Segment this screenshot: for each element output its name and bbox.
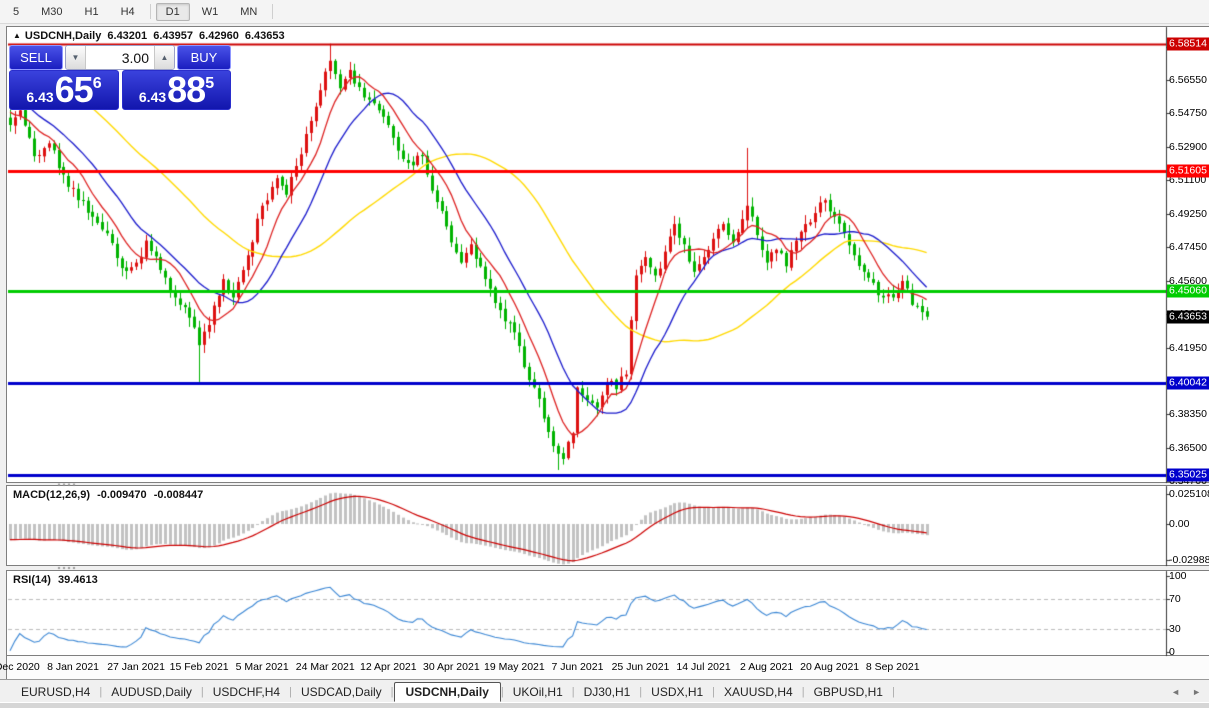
date-label: 5 Mar 2021: [235, 661, 289, 673]
toolbar-separator: [149, 4, 151, 19]
chart-tab-dj30[interactable]: DJ30,H1: [575, 683, 640, 701]
macd-tick-label: -0.029881: [1169, 553, 1209, 566]
level-price-label: 6.40042: [1167, 376, 1209, 390]
macd-label: MACD(12,26,9) -0.009470 -0.008447: [13, 489, 207, 501]
rsi-tick-label: 70: [1169, 592, 1181, 605]
timeframe-button-h4[interactable]: H4: [111, 3, 145, 21]
rsi-label: RSI(14) 39.4613: [13, 574, 102, 586]
collapse-trade-panel-icon[interactable]: ▲: [13, 31, 21, 40]
buy-price-display[interactable]: 6.43 88 5: [121, 69, 231, 110]
date-label: 19 May 2021: [484, 661, 545, 673]
level-price-label: 6.45060: [1167, 284, 1209, 298]
macd-name: MACD(12,26,9): [13, 489, 91, 501]
macd-tick-label: 0.025108: [1169, 487, 1209, 500]
timeframe-button-5[interactable]: 5: [3, 3, 29, 21]
date-label: 30 Apr 2021: [423, 661, 480, 673]
price-tick-label: 6.54750: [1169, 107, 1207, 120]
sell-price-pip: 6: [92, 75, 102, 92]
date-label: 14 Jul 2021: [676, 661, 731, 673]
date-label: 15 Feb 2021: [169, 661, 229, 673]
one-click-trading-panel: SELL ▼ 3.00 ▲ BUY 6.43 65 6 6.43 88 5: [9, 45, 231, 110]
level-price-label: 6.58514: [1167, 37, 1209, 51]
chart-tab-bar: EURUSD,H4 | AUDUSD,Daily | USDCHF,H4 | USDCAD,…: [0, 679, 1209, 703]
rsi-tick-label: 30: [1169, 623, 1181, 636]
macd-value: -0.009470: [97, 489, 147, 501]
price-tick-label: 6.41950: [1169, 341, 1207, 354]
volume-increase-button[interactable]: ▲: [154, 46, 174, 69]
tabs-scroll-right-icon[interactable]: ►: [1192, 687, 1201, 697]
chart-tab-usdcnh[interactable]: USDCNH,Daily: [393, 681, 501, 702]
rsi-tick-label: 100: [1169, 570, 1187, 582]
macd-signal-value: -0.008447: [153, 489, 204, 501]
date-label: 27 Jan 2021: [107, 661, 165, 673]
buy-price-prefix: 6.43: [138, 89, 167, 105]
sell-price-prefix: 6.43: [26, 89, 54, 105]
timeframe-button-d1[interactable]: D1: [155, 2, 190, 21]
rsi-name: RSI(14): [13, 574, 51, 586]
price-tick-label: 6.49250: [1169, 207, 1207, 220]
date-label: 24 Mar 2021: [295, 661, 355, 673]
date-label: 20 Aug 2021: [800, 661, 860, 673]
trading-platform-window: 5 M30 H1 H4 D1 W1 MN ▲ USDCNH,Daily 6.43201 6.4…: [0, 0, 1209, 708]
timeframe-button-m30[interactable]: M30: [31, 3, 72, 21]
sell-button[interactable]: SELL: [9, 45, 63, 70]
rsi-value: 39.4613: [57, 574, 98, 586]
ohlc-open: 6.43201: [107, 30, 148, 42]
sell-price-display[interactable]: 6.43 65 6: [9, 70, 119, 110]
date-label: 7 Jun 2021: [551, 661, 604, 673]
price-tick-label: 6.38350: [1169, 408, 1207, 420]
chart-tab-gbpusd[interactable]: GBPUSD,H1: [805, 683, 892, 701]
chart-tab-xauusd[interactable]: XAUUSD,H4: [715, 683, 802, 701]
chart-tab-eurusd[interactable]: EURUSD,H4: [12, 683, 99, 701]
chart-tab-ukoil[interactable]: UKOil,H1: [504, 683, 572, 701]
date-label: 25 Jun 2021: [611, 661, 670, 673]
timeframe-button-w1[interactable]: W1: [192, 3, 229, 21]
sell-price-main: 65: [54, 69, 94, 110]
price-tick-label: 6.56550: [1169, 74, 1207, 87]
date-label: 19 Dec 2020: [0, 661, 40, 673]
date-label: 8 Jan 2021: [47, 661, 100, 673]
level-price-label: 6.51605: [1167, 164, 1209, 178]
chart-symbol-label: USDCNH,Daily: [24, 30, 102, 42]
volume-input[interactable]: 3.00: [86, 50, 154, 66]
buy-price-main: 88: [167, 69, 206, 110]
timeframe-button-mn[interactable]: MN: [230, 3, 267, 21]
volume-decrease-button[interactable]: ▼: [66, 46, 86, 69]
ohlc-low: 6.42960: [199, 30, 239, 42]
ohlc-high: 6.43957: [153, 30, 193, 42]
tab-separator: |: [891, 685, 895, 698]
macd-tick-label: 0.00: [1169, 518, 1190, 530]
level-price-label: 6.35025: [1167, 468, 1209, 482]
buy-price-pip: 5: [205, 75, 215, 92]
price-tick-label: 6.36500: [1169, 441, 1207, 454]
ohlc-close: 6.43653: [244, 30, 285, 42]
price-tick-label: 6.52900: [1169, 141, 1207, 153]
chart-tab-usdchf[interactable]: USDCHF,H4: [204, 683, 289, 701]
timeframe-button-h1[interactable]: H1: [75, 3, 109, 21]
buy-button[interactable]: BUY: [177, 45, 231, 70]
chart-title: ▲ USDCNH,Daily 6.43201 6.43957 6.42960 6.…: [13, 30, 288, 42]
volume-stepper: ▼ 3.00 ▲: [65, 45, 175, 70]
date-label: 2 Aug 2021: [740, 661, 794, 673]
price-tick-label: 6.47450: [1169, 241, 1207, 254]
chart-tab-audusd[interactable]: AUDUSD,Daily: [102, 683, 201, 701]
chart-tab-usdcad[interactable]: USDCAD,Daily: [292, 683, 391, 701]
tabs-scroll-left-icon[interactable]: ◄: [1171, 687, 1180, 697]
current-price-label: 6.43653: [1167, 310, 1209, 324]
date-label: 12 Apr 2021: [359, 661, 417, 673]
window-bottom-edge: [0, 702, 1209, 708]
timeframe-toolbar: 5 M30 H1 H4 D1 W1 MN: [0, 0, 1209, 24]
date-label: 8 Sep 2021: [865, 661, 920, 673]
chart-tab-usdx[interactable]: USDX,H1: [642, 683, 712, 701]
rsi-tick-label: 0: [1169, 646, 1175, 658]
toolbar-separator: [272, 4, 274, 19]
